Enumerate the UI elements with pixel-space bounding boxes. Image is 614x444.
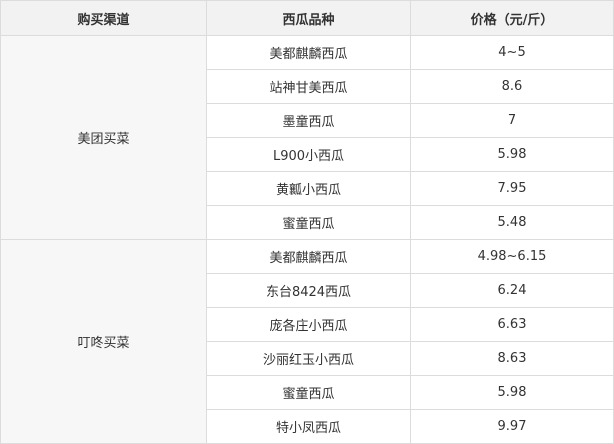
- price-cell: 5.98: [410, 137, 614, 172]
- variety-cell: L900小西瓜: [206, 137, 411, 172]
- variety-cell: 庞各庄小西瓜: [206, 307, 411, 342]
- header-row: 购买渠道 西瓜品种 价格（元/斤）: [0, 0, 614, 36]
- variety-cell: 黄瓤小西瓜: [206, 171, 411, 206]
- variety-cell: 墨童西瓜: [206, 103, 411, 138]
- price-cell: 9.97: [410, 409, 614, 444]
- variety-cell: 蜜童西瓜: [206, 375, 411, 410]
- price-cell: 8.6: [410, 69, 614, 104]
- price-cell: 7: [410, 103, 614, 138]
- variety-cell: 东台8424西瓜: [206, 273, 411, 308]
- table-row: 叮咚买菜 美都麒麟西瓜 4.98~6.15: [0, 239, 614, 444]
- price-table: 购买渠道 西瓜品种 价格（元/斤） 美团买菜 美都麒麟西瓜 4~5 站神甘美西瓜…: [0, 0, 614, 444]
- price-cell: 5.48: [410, 205, 614, 240]
- variety-cell: 特小凤西瓜: [206, 409, 411, 444]
- price-cell: 6.24: [410, 273, 614, 308]
- header-variety: 西瓜品种: [206, 0, 411, 36]
- price-cell: 4~5: [410, 35, 614, 70]
- variety-cell: 蜜童西瓜: [206, 205, 411, 240]
- variety-cell: 美都麒麟西瓜: [206, 239, 411, 274]
- price-cell: 4.98~6.15: [410, 239, 614, 274]
- variety-cell: 美都麒麟西瓜: [206, 35, 411, 70]
- header-price: 价格（元/斤）: [410, 0, 614, 36]
- channel-cell: 美团买菜: [0, 35, 207, 240]
- variety-cell: 沙丽红玉小西瓜: [206, 341, 411, 376]
- header-channel: 购买渠道: [0, 0, 207, 36]
- variety-cell: 站神甘美西瓜: [206, 69, 411, 104]
- table-row: 美团买菜 美都麒麟西瓜 4~5: [0, 35, 614, 240]
- price-cell: 5.98: [410, 375, 614, 410]
- price-cell: 8.63: [410, 341, 614, 376]
- channel-cell: 叮咚买菜: [0, 239, 207, 444]
- price-cell: 6.63: [410, 307, 614, 342]
- price-cell: 7.95: [410, 171, 614, 206]
